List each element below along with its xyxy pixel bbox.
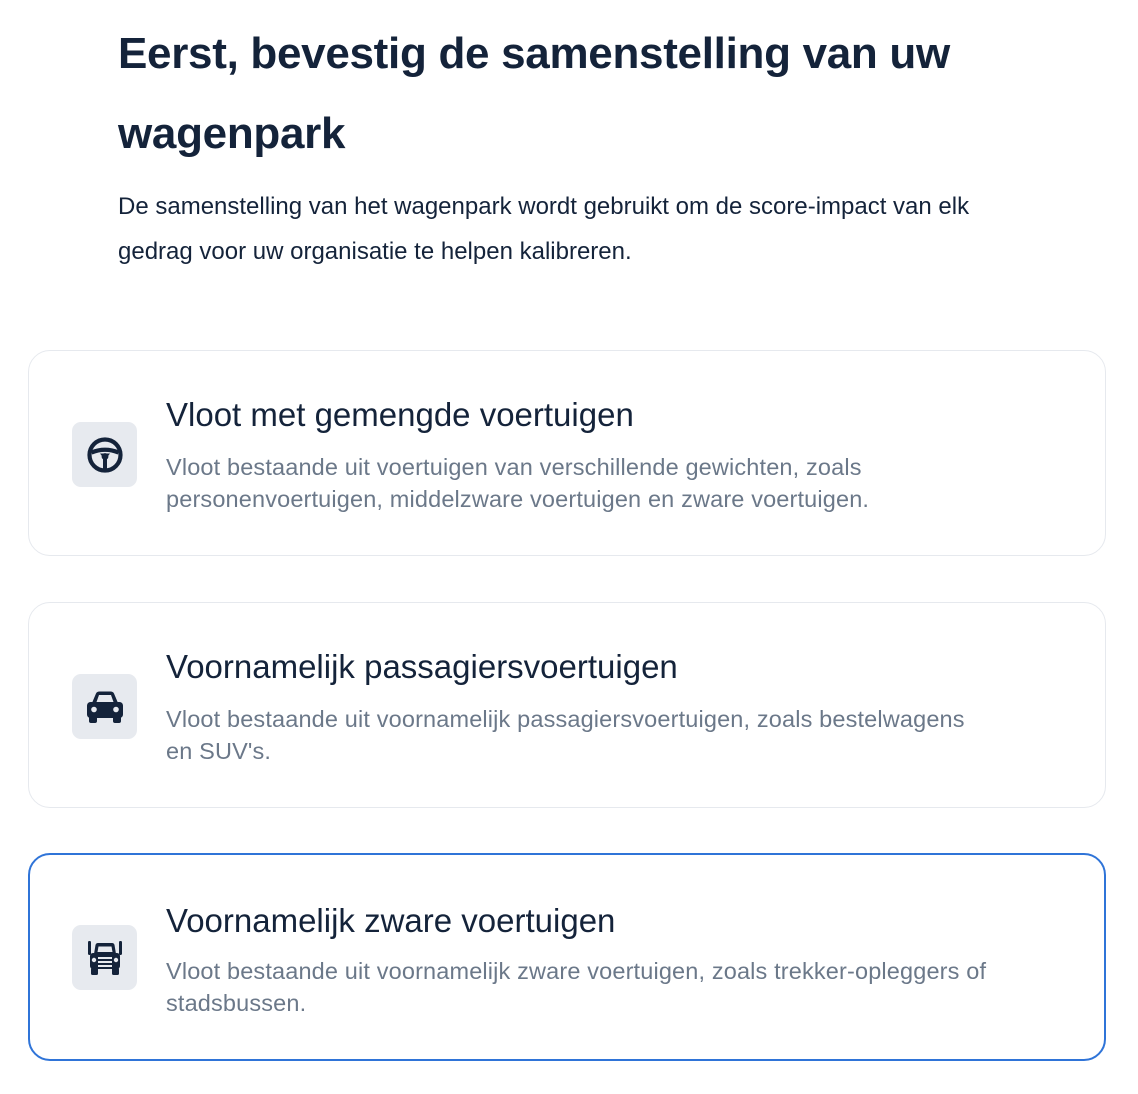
option-card-heavy-vehicles[interactable]: Voornamelijk zware voertuigen Vloot best…	[28, 853, 1106, 1061]
option-description: Vloot bestaande uit voornamelijk zware v…	[166, 958, 987, 1016]
truck-icon	[85, 938, 125, 978]
option-icon-box	[72, 925, 137, 990]
fleet-composition-page: Eerst, bevestig de samenstelling van uw …	[0, 0, 1138, 1094]
option-title: Vloot met gemengde voertuigen	[166, 396, 634, 433]
option-description: Vloot bestaande uit voertuigen van versc…	[166, 454, 870, 512]
option-icon-box	[72, 674, 137, 739]
page-title: Eerst, bevestig de samenstelling van uw …	[118, 29, 950, 158]
option-title: Voornamelijk zware voertuigen	[166, 902, 616, 939]
option-card-mixed-fleet[interactable]: Vloot met gemengde voertuigen Vloot best…	[28, 350, 1106, 556]
page-subtitle: De samenstelling van het wagenpark wordt…	[118, 193, 970, 265]
steering-wheel-icon	[86, 436, 124, 474]
option-icon-box	[72, 422, 137, 487]
car-icon	[83, 687, 127, 727]
page-header: Eerst, bevestig de samenstelling van uw …	[118, 14, 1018, 274]
option-title: Voornamelijk passagiersvoertuigen	[166, 648, 678, 685]
option-description: Vloot bestaande uit voornamelijk passagi…	[166, 706, 965, 764]
option-card-passenger-vehicles[interactable]: Voornamelijk passagiersvoertuigen Vloot …	[28, 602, 1106, 808]
